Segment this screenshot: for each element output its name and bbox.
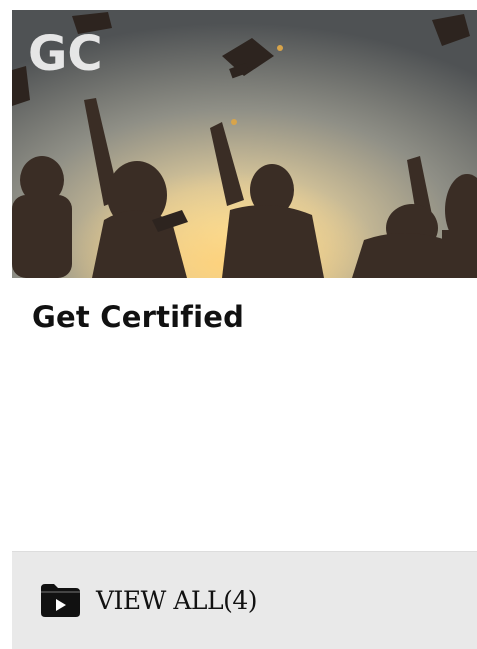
page: GC Get Certified VIEW ALL(4) [0,0,477,649]
view-all-link[interactable]: VIEW ALL(4) [38,582,258,618]
hero-image[interactable]: GC [12,10,477,278]
card-footer: VIEW ALL(4) [12,551,477,649]
gc-logo: GC [28,26,112,78]
card-content: Get Certified [12,278,477,551]
card-title[interactable]: Get Certified [32,300,244,334]
view-all-label: VIEW ALL(4) [96,585,258,615]
gc-logo-mark: GC [28,26,103,78]
course-card[interactable]: GC Get Certified VIEW ALL(4) [12,10,477,649]
video-folder-icon [41,584,80,617]
gc-logo-text: GC [28,26,103,78]
